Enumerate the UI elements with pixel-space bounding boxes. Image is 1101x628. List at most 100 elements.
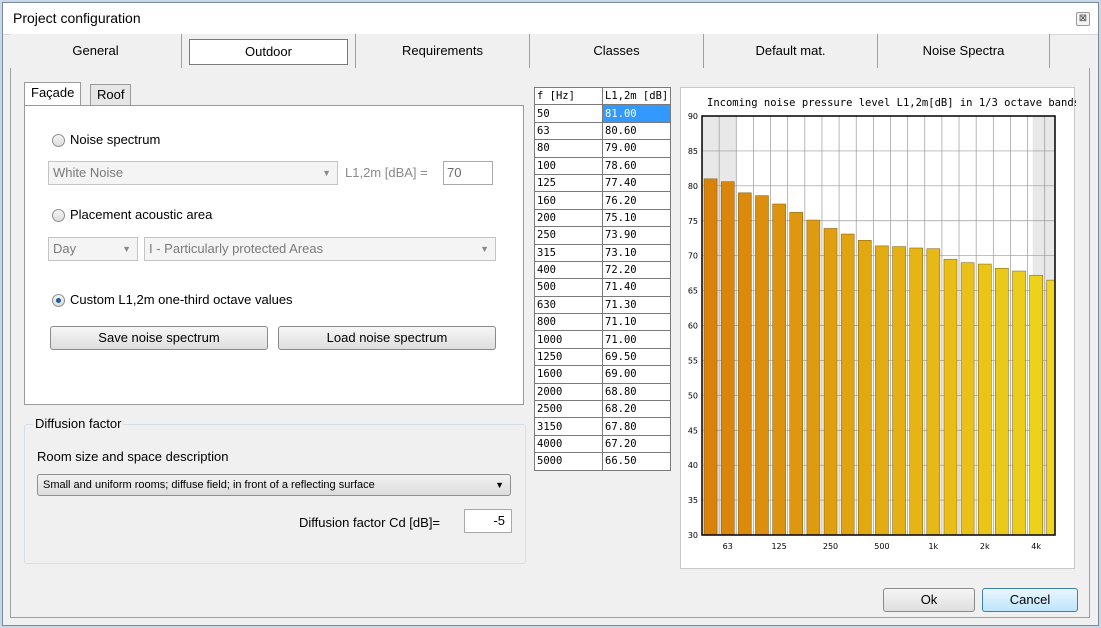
frequency-cell: 3150 [534,417,603,436]
load-noise-spectrum-button[interactable]: Load noise spectrum [278,326,496,350]
table-row[interactable]: 400 72.20 [534,260,672,280]
table-row[interactable]: 63 80.60 [534,121,672,141]
placement-area-radio[interactable] [52,209,65,222]
table-row[interactable]: 500 71.40 [534,278,672,297]
y-tick-label: 40 [688,461,698,470]
tab-label: General [72,43,119,58]
tab-label: Default mat. [755,43,826,58]
x-tick-label: 500 [874,542,889,551]
table-row[interactable]: 3150 67.80 [534,417,672,436]
table-row[interactable]: 1250 69.50 [534,347,672,367]
bar-100 [755,195,769,536]
table-row[interactable]: 250 73.90 [534,226,672,245]
level-cell[interactable]: 71.00 [601,330,672,349]
table-row[interactable]: 630 71.30 [534,295,672,315]
level-cell[interactable]: 66.50 [601,452,672,471]
level-cell[interactable]: 73.10 [601,243,672,262]
level-cell[interactable]: 71.10 [601,313,672,332]
bar-630 [892,246,906,536]
table-row[interactable]: 315 73.10 [534,243,672,262]
level-input[interactable]: 70 [443,161,493,185]
subtab-roof[interactable]: Roof [90,84,132,106]
table-row[interactable]: 4000 67.20 [534,434,672,454]
frequency-cell: 125 [534,173,603,193]
tab-classes[interactable]: Classes [530,34,704,68]
table-row[interactable]: 160 76.20 [534,191,672,210]
x-tick-label: 4k [1031,542,1041,551]
bar-125 [772,203,786,536]
frequency-cell: 5000 [534,452,603,471]
chart-title: Incoming noise pressure level L1,2m[dB] … [707,97,1076,109]
bar-63 [720,181,735,536]
tab-default-mat[interactable]: Default mat. [704,34,878,68]
y-tick-label: 30 [688,531,698,540]
level-cell[interactable]: 67.80 [601,417,672,436]
tab-label: Classes [593,43,640,58]
close-icon[interactable]: ⊠ [1076,12,1090,26]
level-cell[interactable]: 77.40 [601,173,672,193]
room-size-label: Room size and space description [37,449,229,464]
table-row[interactable]: 1600 69.00 [534,365,672,384]
level-cell[interactable]: 75.10 [601,208,672,228]
save-noise-spectrum-button[interactable]: Save noise spectrum [50,326,268,350]
bar-315 [840,233,855,536]
ok-button[interactable]: Ok [883,588,975,612]
level-cell[interactable]: 78.60 [601,156,672,175]
tab-general[interactable]: General [10,34,182,68]
table-row[interactable]: 2500 68.20 [534,400,672,419]
frequency-cell: 250 [534,226,603,245]
level-cell[interactable]: 67.20 [601,434,672,454]
level-cell[interactable]: 81.00 [601,104,672,123]
level-header: L1,2m [dB] [601,86,672,106]
table-row[interactable]: 1000 71.00 [534,330,672,349]
level-cell[interactable]: 76.20 [601,191,672,210]
bar-800 [909,247,923,536]
tab-outdoor[interactable]: Outdoor [182,34,356,68]
noise-spectrum-radio[interactable] [52,134,65,147]
table-row[interactable]: 5000 66.50 [534,452,672,471]
level-cell[interactable]: 72.20 [601,260,672,280]
level-cell[interactable]: 68.80 [601,382,672,402]
x-tick-label: 125 [771,542,786,551]
area-combo[interactable]: I - Particularly protected Areas ▼ [144,237,496,261]
room-size-combo[interactable]: Small and uniform rooms; diffuse field; … [37,474,511,496]
tab-label: Requirements [402,43,483,58]
table-row[interactable]: 2000 68.80 [534,382,672,402]
table-row[interactable]: 80 79.00 [534,139,672,158]
tab-noise-spectra[interactable]: Noise Spectra [878,34,1050,68]
diffusion-cd-input[interactable]: -5 [464,509,512,533]
placement-area-label: Placement acoustic area [70,207,213,222]
level-cell[interactable]: 69.50 [601,347,672,367]
spectrum-table[interactable]: f [Hz] L1,2m [dB] 50 81.00 63 80.60 80 79.00 100… [534,86,672,471]
level-cell[interactable]: 80.60 [601,121,672,141]
period-combo[interactable]: Day ▼ [48,237,138,261]
frequency-cell: 500 [534,278,603,297]
noise-spectrum-combo[interactable]: White Noise ▼ [48,161,338,185]
custom-values-radio[interactable] [52,294,65,307]
subtab-facade[interactable]: Façade [24,82,82,106]
bar-3150 [1012,270,1026,536]
y-tick-label: 55 [688,356,698,365]
y-tick-label: 85 [688,147,698,156]
table-row[interactable]: 50 81.00 [534,104,672,123]
table-row[interactable]: 800 71.10 [534,313,672,332]
combo-value: I - Particularly protected Areas [149,241,324,256]
custom-values-label: Custom L1,2m one-third octave values [70,292,293,307]
level-cell[interactable]: 71.30 [601,295,672,315]
tab-requirements[interactable]: Requirements [356,34,530,68]
bar-1250 [943,258,958,536]
frequency-cell: 160 [534,191,603,210]
table-row[interactable]: 200 75.10 [534,208,672,228]
level-cell[interactable]: 68.20 [601,400,672,419]
table-row[interactable]: 125 77.40 [534,173,672,193]
level-cell[interactable]: 73.90 [601,226,672,245]
y-tick-label: 45 [688,426,698,435]
bar-400 [858,240,872,536]
level-cell[interactable]: 79.00 [601,139,672,158]
level-cell[interactable]: 69.00 [601,365,672,384]
frequency-cell: 400 [534,260,603,280]
frequency-cell: 1250 [534,347,603,367]
level-cell[interactable]: 71.40 [601,278,672,297]
cancel-button[interactable]: Cancel [982,588,1078,612]
table-row[interactable]: 100 78.60 [534,156,672,175]
